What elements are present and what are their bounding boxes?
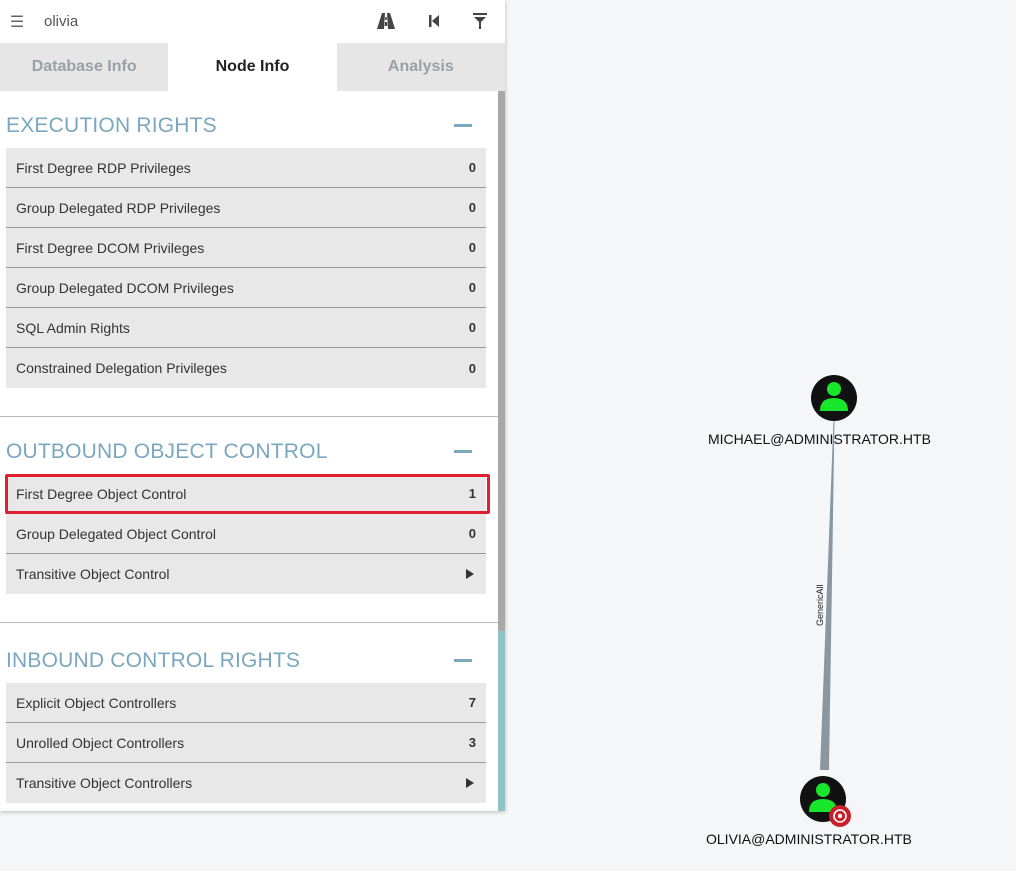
- tab-analysis[interactable]: Analysis: [336, 43, 505, 91]
- section-header[interactable]: EXECUTION RIGHTS: [0, 91, 498, 148]
- row-value: 0: [468, 360, 476, 376]
- row-label: First Degree RDP Privileges: [16, 159, 191, 176]
- row-first-degree-dcom[interactable]: First Degree DCOM Privileges 0: [6, 228, 486, 268]
- graph-canvas[interactable]: MICHAEL@ADMINISTRATOR.HTB OLIVIA@ADMINIS…: [505, 0, 1016, 871]
- row-value: 0: [468, 280, 476, 295]
- play-arrow-icon[interactable]: [466, 778, 474, 788]
- row-value: 3: [468, 735, 476, 750]
- tab-node-info[interactable]: Node Info: [168, 43, 337, 91]
- row-first-degree-rdp[interactable]: First Degree RDP Privileges 0: [6, 148, 486, 188]
- edge-label: GenericAll: [815, 584, 825, 626]
- row-first-degree-object-control[interactable]: First Degree Object Control 1: [6, 474, 486, 514]
- row-list: Explicit Object Controllers 7 Unrolled Ob…: [0, 683, 498, 803]
- section-title: EXECUTION RIGHTS: [6, 114, 217, 137]
- user-node-michael[interactable]: [811, 375, 857, 421]
- row-value: 0: [468, 160, 476, 175]
- node-info-panel: ☰ Database Info Node Info Analysis EXECU…: [0, 0, 505, 811]
- row-constrained-delegation[interactable]: Constrained Delegation Privileges 0: [6, 348, 486, 388]
- row-label: First Degree Object Control: [16, 485, 187, 502]
- row-label: Transitive Object Controllers: [16, 775, 193, 791]
- node-info-content: EXECUTION RIGHTS First Degree RDP Privil…: [0, 91, 505, 811]
- section-title: INBOUND CONTROL RIGHTS: [6, 649, 301, 672]
- row-group-delegated-object-control[interactable]: Group Delegated Object Control 0: [6, 514, 486, 554]
- row-explicit-object-controllers[interactable]: Explicit Object Controllers 7: [6, 683, 486, 723]
- user-node-olivia[interactable]: [800, 776, 851, 827]
- row-value: 0: [468, 320, 476, 335]
- section-title: OUTBOUND OBJECT CONTROL: [6, 440, 328, 463]
- search-bar: ☰: [0, 0, 505, 43]
- row-label: Group Delegated RDP Privileges: [16, 199, 221, 216]
- row-label: First Degree DCOM Privileges: [16, 239, 205, 256]
- search-input[interactable]: [42, 12, 346, 31]
- row-list: First Degree Object Control 1 Group Deleg…: [0, 474, 498, 594]
- row-value: 0: [468, 240, 476, 255]
- outbound-object-control-section: OUTBOUND OBJECT CONTROL First Degree Obj…: [0, 417, 498, 594]
- row-value: 7: [468, 695, 476, 710]
- row-sql-admin[interactable]: SQL Admin Rights 0: [6, 308, 486, 348]
- node-label-michael: MICHAEL@ADMINISTRATOR.HTB: [708, 431, 931, 447]
- collapse-icon[interactable]: [454, 659, 472, 662]
- row-label: SQL Admin Rights: [16, 319, 130, 336]
- section-header[interactable]: INBOUND CONTROL RIGHTS: [0, 623, 498, 683]
- row-unrolled-object-controllers[interactable]: Unrolled Object Controllers 3: [6, 723, 486, 763]
- node-label-olivia: OLIVIA@ADMINISTRATOR.HTB: [706, 831, 912, 847]
- row-label: Unrolled Object Controllers: [16, 734, 185, 751]
- inbound-control-rights-section: INBOUND CONTROL RIGHTS Explicit Object C…: [0, 623, 498, 803]
- row-label: Group Delegated DCOM Privileges: [16, 279, 234, 296]
- collapse-icon[interactable]: [454, 124, 472, 127]
- hamburger-menu-icon[interactable]: ☰: [2, 12, 32, 32]
- tab-bar: Database Info Node Info Analysis: [0, 43, 505, 91]
- scrollbar-thumb[interactable]: [498, 91, 505, 631]
- filter-icon[interactable]: [470, 11, 490, 31]
- row-group-delegated-rdp[interactable]: Group Delegated RDP Privileges 0: [6, 188, 486, 228]
- row-list: First Degree RDP Privileges 0 Group Deleg…: [0, 148, 498, 388]
- pathfinding-icon[interactable]: [376, 11, 396, 31]
- row-value: 0: [468, 526, 476, 541]
- row-label: Group Delegated Object Control: [16, 525, 216, 542]
- play-arrow-icon[interactable]: [466, 569, 474, 579]
- row-transitive-object-control[interactable]: Transitive Object Control: [6, 554, 486, 594]
- row-value: 1: [468, 486, 476, 501]
- collapse-icon[interactable]: [454, 450, 472, 453]
- tab-database-info[interactable]: Database Info: [0, 43, 169, 91]
- execution-rights-section: EXECUTION RIGHTS First Degree RDP Privil…: [0, 91, 498, 388]
- target-icon: [829, 805, 851, 827]
- back-icon[interactable]: [424, 11, 444, 31]
- row-group-delegated-dcom[interactable]: Group Delegated DCOM Privileges 0: [6, 268, 486, 308]
- row-label: Constrained Delegation Privileges: [16, 360, 227, 376]
- row-label: Explicit Object Controllers: [16, 694, 177, 711]
- row-transitive-object-controllers[interactable]: Transitive Object Controllers: [6, 763, 486, 803]
- row-label: Transitive Object Control: [16, 566, 170, 582]
- row-value: 0: [468, 200, 476, 215]
- section-header[interactable]: OUTBOUND OBJECT CONTROL: [0, 417, 498, 474]
